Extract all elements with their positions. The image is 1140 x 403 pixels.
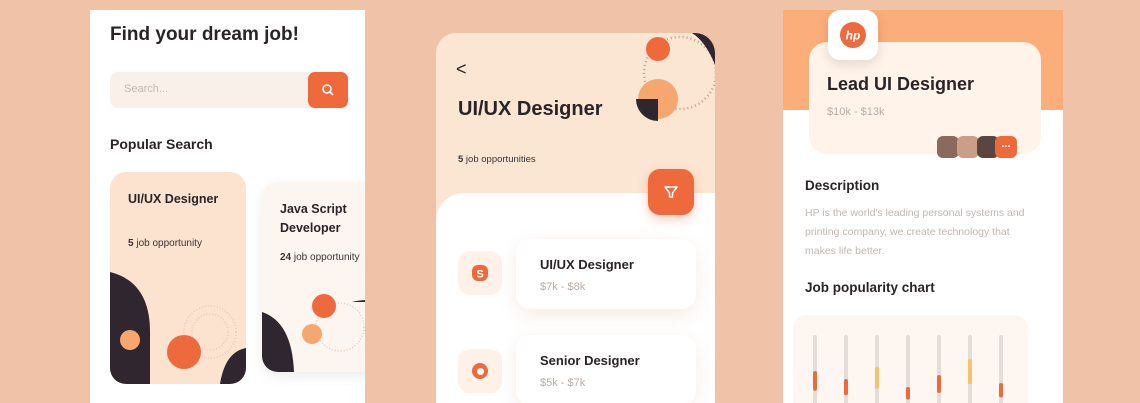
header-illustration: [636, 33, 715, 121]
svg-text:S: S: [476, 269, 483, 281]
popularity-chart: [793, 315, 1028, 403]
chart-bar: [813, 371, 817, 391]
job-count: 5 job opportunities: [458, 154, 536, 165]
filter-icon: [664, 186, 678, 198]
job-title: Senior Designer: [540, 353, 640, 368]
job-salary: $10k - $13k: [827, 106, 885, 118]
section-title-popular: Popular Search: [110, 136, 213, 152]
search-input[interactable]: Search...: [124, 83, 168, 95]
chart-bar: [968, 359, 972, 385]
chart-bar-track: [813, 335, 817, 403]
category-title: UI/UX Designer: [458, 98, 603, 120]
avatar: [937, 136, 959, 158]
more-applicants-badge[interactable]: ...: [995, 136, 1017, 158]
job-salary: $5k - $7k: [540, 377, 586, 389]
job-title: Lead UI Designer: [827, 74, 975, 94]
chart-bar: [906, 387, 910, 400]
skype-logo-icon: S: [458, 251, 502, 295]
search-bar[interactable]: Search...: [110, 72, 348, 108]
hp-logo-icon: hp: [828, 10, 878, 60]
description-heading: Description: [805, 178, 880, 193]
description-text: HP is the world's leading personal syste…: [805, 207, 1025, 257]
vodafone-logo-icon: [458, 349, 502, 393]
chart-bar: [844, 379, 848, 396]
page-title: Find your dream job!: [110, 24, 299, 45]
job-detail-screen: hp Lead UI Designer $10k - $13k ... Desc…: [783, 10, 1063, 403]
popular-card-uiux[interactable]: UI/UX Designer 5 job opportunity: [110, 172, 246, 384]
chart-bar: [937, 375, 941, 393]
chart-heading: Job popularity chart: [805, 280, 935, 295]
job-card[interactable]: Senior Designer $5k - $7k: [516, 335, 696, 403]
card-illustration: [110, 272, 246, 384]
job-title: UI/UX Designer: [540, 257, 634, 272]
search-icon: [322, 84, 334, 96]
popular-card-javascript[interactable]: Java Script Developer 24 job opportunity: [262, 182, 365, 372]
search-button[interactable]: [308, 72, 348, 108]
job-card[interactable]: UI/UX Designer $7k - $8k: [516, 239, 696, 309]
svg-text:hp: hp: [846, 29, 861, 43]
back-button[interactable]: <: [456, 59, 467, 80]
chart-bar: [999, 383, 1003, 398]
card-illustration: [262, 294, 365, 372]
job-salary: $7k - $8k: [540, 281, 586, 293]
avatar: [957, 136, 979, 158]
job-list-screen: < UI/UX Designer 5 job opportunities S U…: [436, 33, 715, 403]
filter-button[interactable]: [648, 169, 694, 215]
chart-bar: [875, 367, 879, 389]
home-screen: Find your dream job! Search... Popular S…: [90, 10, 365, 403]
